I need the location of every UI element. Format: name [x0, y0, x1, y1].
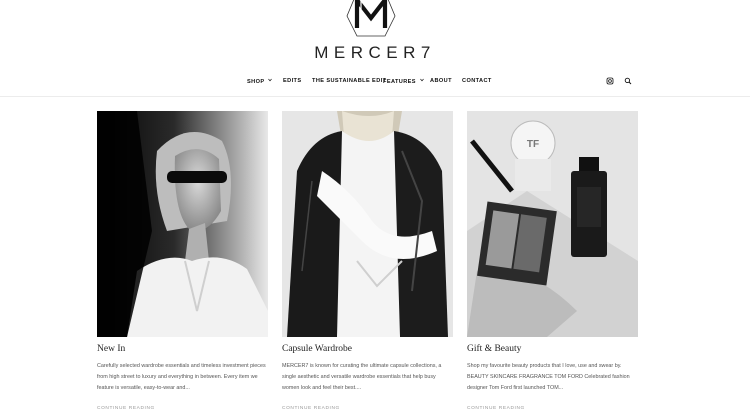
- nav-item-edits[interactable]: EDITS: [283, 78, 301, 84]
- nav-item-label: ABOUT: [430, 78, 452, 84]
- post-image[interactable]: TF: [467, 111, 638, 337]
- search-icon[interactable]: [624, 77, 632, 85]
- woman-sunglasses-photo: [97, 111, 268, 337]
- beauty-products-photo: TF: [467, 111, 638, 337]
- continue-reading-link[interactable]: CONTINUE READING: [97, 406, 155, 411]
- post-image[interactable]: [97, 111, 268, 337]
- continue-reading-link[interactable]: CONTINUE READING: [467, 406, 525, 411]
- woman-leather-jacket-photo: [282, 111, 453, 337]
- chevron-down-icon: [420, 78, 424, 82]
- nav-item-label: SHOP: [247, 79, 265, 85]
- nav-item-shop[interactable]: SHOP: [247, 78, 273, 85]
- main-nav: SHOP EDITS THE SUSTAINABLE EDIT FEATURES…: [0, 74, 750, 92]
- continue-reading-link[interactable]: CONTINUE READING: [282, 406, 340, 411]
- nav-item-features[interactable]: FEATURES: [383, 78, 424, 85]
- post-title[interactable]: New In: [97, 344, 125, 354]
- brand-wordmark[interactable]: MERCER7: [0, 43, 750, 63]
- instagram-icon[interactable]: [606, 77, 614, 85]
- chevron-down-icon: [268, 78, 273, 82]
- post-title[interactable]: Capsule Wardrobe: [282, 344, 352, 354]
- nav-item-label: THE SUSTAINABLE EDIT: [312, 78, 387, 84]
- nav-item-label: CONTACT: [462, 78, 492, 84]
- post-excerpt: MERCER7 is known for curating the ultima…: [282, 363, 442, 391]
- nav-item-about[interactable]: ABOUT: [430, 78, 452, 84]
- post-excerpt: Carefully selected wardrobe essentials a…: [97, 363, 266, 391]
- nav-item-sustainable-edit[interactable]: THE SUSTAINABLE EDIT: [312, 78, 386, 84]
- nav-item-label: FEATURES: [383, 79, 416, 85]
- header-divider: [0, 96, 750, 97]
- nav-item-contact[interactable]: CONTACT: [462, 78, 492, 84]
- post-excerpt: Shop my favourite beauty products that I…: [467, 363, 630, 391]
- post-title[interactable]: Gift & Beauty: [467, 344, 521, 354]
- logo-icon[interactable]: [343, 0, 399, 38]
- svg-text:TF: TF: [527, 139, 539, 150]
- nav-item-label: EDITS: [283, 78, 302, 84]
- post-image[interactable]: [282, 111, 453, 337]
